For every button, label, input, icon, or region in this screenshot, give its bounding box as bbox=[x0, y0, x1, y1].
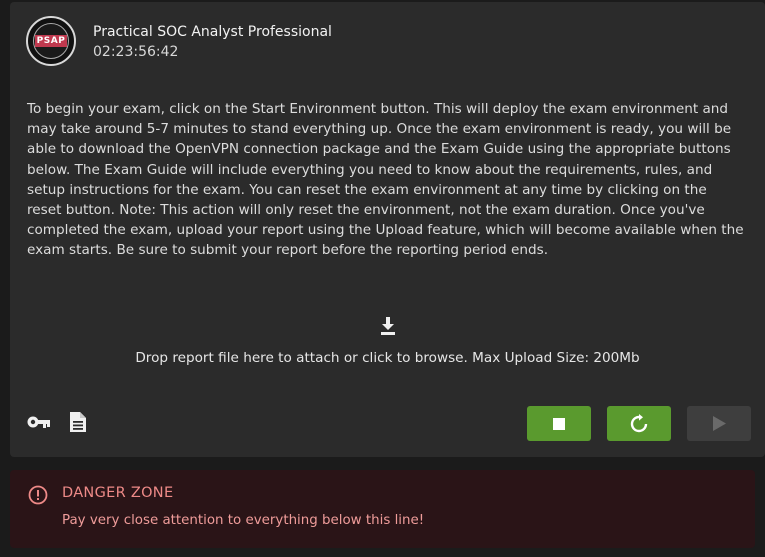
badge-text: PSAP bbox=[34, 35, 68, 47]
danger-zone-message: Pay very close attention to everything b… bbox=[62, 513, 425, 528]
environment-controls bbox=[511, 406, 751, 441]
exam-instructions: To begin your exam, click on the Start E… bbox=[27, 101, 744, 259]
stop-icon bbox=[553, 417, 565, 430]
exam-card: PSAP Practical SOC Analyst Professional … bbox=[10, 2, 765, 457]
exam-title: Practical SOC Analyst Professional bbox=[93, 24, 332, 40]
refresh-icon bbox=[630, 413, 648, 432]
download-arrow-icon bbox=[380, 317, 395, 335]
exam-header: PSAP Practical SOC Analyst Professional … bbox=[26, 16, 332, 66]
report-upload-dropzone[interactable]: Drop report file here to attach or click… bbox=[10, 316, 765, 372]
exam-guide-button[interactable] bbox=[69, 410, 95, 434]
key-icon bbox=[27, 416, 50, 428]
alert-circle-icon bbox=[28, 485, 48, 505]
title-block: Practical SOC Analyst Professional 02:23… bbox=[93, 23, 332, 61]
upload-instructions: Drop report file here to attach or click… bbox=[135, 350, 640, 366]
exam-tools bbox=[27, 410, 111, 434]
document-icon bbox=[70, 412, 86, 432]
danger-zone-title: DANGER ZONE bbox=[62, 485, 174, 501]
reset-environment-button[interactable] bbox=[607, 406, 671, 441]
exam-badge-logo: PSAP bbox=[26, 16, 76, 66]
exam-timer: 02:23:56:42 bbox=[93, 44, 179, 60]
vpn-download-button[interactable] bbox=[27, 410, 53, 434]
danger-zone: DANGER ZONE Pay very close attention to … bbox=[10, 470, 755, 548]
stop-environment-button[interactable] bbox=[527, 406, 591, 441]
start-environment-button[interactable] bbox=[687, 406, 751, 441]
play-icon bbox=[712, 416, 726, 431]
badge-inner-ring: PSAP bbox=[33, 23, 69, 59]
